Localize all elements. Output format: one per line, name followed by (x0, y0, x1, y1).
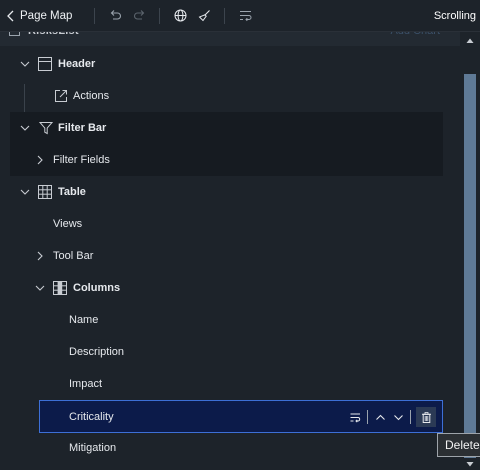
page-title: Page Map (20, 9, 73, 22)
clear-brush-icon (198, 10, 210, 22)
chevron-down-icon[interactable] (20, 59, 30, 69)
tree-item-filter-fields[interactable]: Filter Fields (10, 144, 443, 176)
tree-item-tool-bar[interactable]: Tool Bar (10, 240, 443, 272)
tree-item-label: Name (69, 314, 99, 326)
toolbar-divider (224, 7, 226, 24)
page-map-panel: RisksList Add Chart Page Map (0, 0, 480, 470)
language-button[interactable] (168, 4, 192, 28)
tree-item-label: Header (58, 58, 96, 70)
tree-item-criticality[interactable]: Criticality (39, 400, 443, 433)
text-wrap-button[interactable] (233, 4, 257, 28)
tree-item-mitigation[interactable]: Mitigation (10, 432, 443, 464)
text-wrap-icon (239, 11, 252, 22)
tree-item-filter-bar[interactable]: Filter Bar (10, 112, 443, 144)
table-icon (38, 185, 52, 199)
chevron-down-icon[interactable] (20, 187, 30, 197)
external-link-icon (54, 89, 68, 103)
text-wrap-button[interactable] (346, 408, 364, 426)
chevron-down-icon (393, 414, 403, 420)
scroll-down-arrow-icon[interactable] (466, 460, 474, 468)
tree-item-label: Views (53, 218, 83, 230)
action-divider (410, 410, 411, 424)
tree-item-impact[interactable]: Impact (10, 368, 443, 400)
chevron-up-icon (375, 414, 385, 420)
back-button[interactable]: Page Map (0, 0, 86, 32)
tree-item-actions[interactable]: Actions (10, 80, 443, 112)
clear-button[interactable] (192, 4, 216, 28)
scrollbar-thumb[interactable] (464, 74, 476, 458)
undo-icon (110, 10, 121, 20)
delete-tooltip: Delete (437, 433, 480, 457)
chevron-right-icon[interactable] (35, 155, 45, 165)
chevron-right-icon[interactable] (35, 251, 45, 261)
tree-item-label: Filter Fields (53, 154, 110, 166)
redo-icon (133, 10, 145, 20)
tree-item-label: Columns (73, 282, 121, 294)
toolbar-divider (94, 7, 96, 24)
tree-item-header[interactable]: Header (10, 48, 443, 80)
scroll-up-arrow-icon[interactable] (466, 37, 474, 45)
move-up-button[interactable] (371, 408, 389, 426)
undo-button[interactable] (103, 4, 127, 28)
page-map-tree: Header Actions Filter Bar Filter Fields (10, 48, 443, 470)
text-wrap-icon (350, 413, 360, 422)
action-divider (367, 410, 368, 424)
header-icon (38, 57, 52, 71)
tree-item-columns[interactable]: Columns (10, 272, 443, 304)
chevron-down-icon[interactable] (35, 283, 45, 293)
tree-item-label: Description (69, 346, 125, 358)
tree-item-name[interactable]: Name (10, 304, 443, 336)
tree-item-label: Actions (73, 90, 110, 102)
row-actions (346, 401, 436, 433)
filter-icon (38, 121, 54, 135)
tree-item-label: Table (58, 186, 86, 198)
tree-item-label: Criticality (69, 410, 114, 423)
tree-item-views[interactable]: Views (10, 208, 443, 240)
columns-icon (53, 281, 67, 295)
tree-item-description[interactable]: Description (10, 336, 443, 368)
page-map-toolbar: Page Map Scrolling (0, 0, 480, 32)
globe-icon (174, 9, 187, 22)
tree-item-label: Tool Bar (53, 250, 94, 262)
scrolling-label: Scrolling (433, 10, 476, 22)
tree-item-label: Filter Bar (58, 122, 107, 134)
delete-button[interactable] (416, 407, 436, 427)
move-down-button[interactable] (389, 408, 407, 426)
tree-item-table[interactable]: Table (10, 176, 443, 208)
tree-item-label: Mitigation (69, 442, 117, 454)
chevron-down-icon[interactable] (20, 123, 30, 133)
chevron-left-icon (7, 10, 14, 21)
redo-button[interactable] (127, 4, 151, 28)
trash-icon (421, 411, 431, 423)
tree-item-label: Impact (69, 378, 103, 390)
toolbar-divider (159, 7, 161, 24)
